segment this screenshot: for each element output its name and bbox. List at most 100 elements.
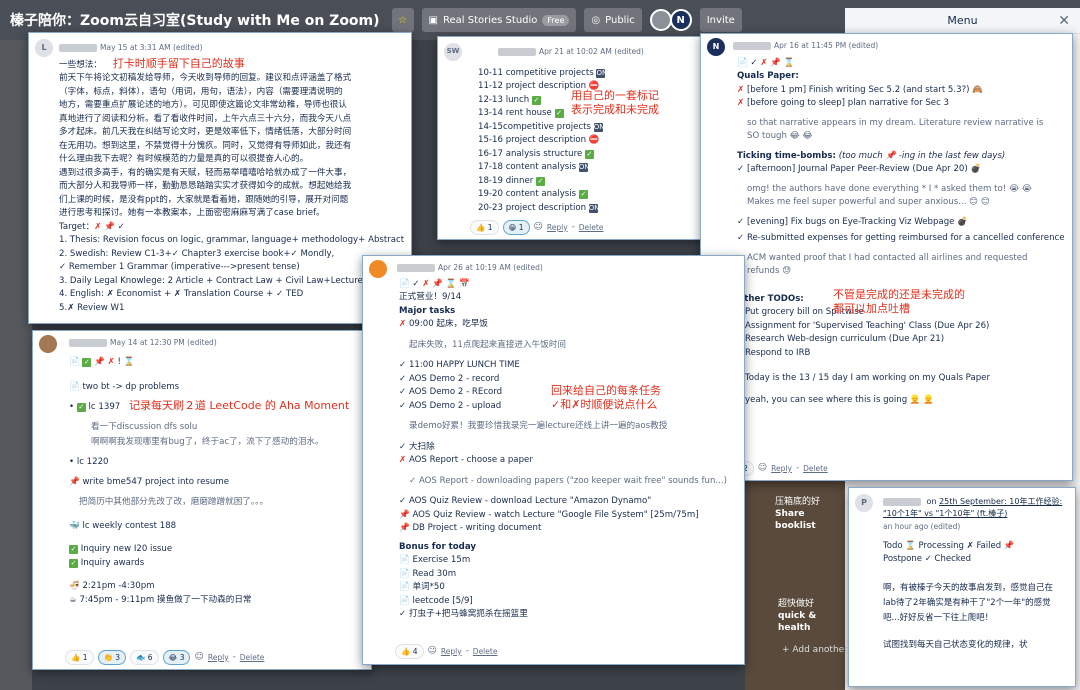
target-item: 4. English: ✗ Economist + ✗ Translation …: [59, 289, 304, 299]
comment-date[interactable]: an hour ago (edited): [883, 520, 1065, 534]
separator: -: [465, 645, 469, 656]
avatar: N: [707, 38, 725, 56]
todo-item: ✗ [before 1 pm] Finish writing Sec 5.2 (…: [737, 84, 1062, 98]
section-heading: Bonus for today: [399, 541, 476, 552]
comment-date[interactable]: Apr 21 at 10:02 AM (edited): [539, 47, 644, 56]
todo-item: ✓ [evening] Fix bugs on Eye-Tracking Viz…: [737, 216, 1062, 230]
comment-line: 前天下午将论文初稿发给导师，今天收到导师的回复。建议和点评涵盖了格式: [59, 73, 352, 83]
comment-date[interactable]: Apr 26 at 10:19 AM (edited): [438, 263, 543, 272]
item-text: 10-11 competitive projects: [478, 67, 594, 78]
target-text: Target：: [59, 221, 95, 232]
item-text: 2:21pm -4:30pm: [82, 581, 155, 591]
todo-item: ✓ Inquiry new I20 issue: [69, 543, 361, 557]
comment-date[interactable]: May 15 at 3:31 AM (edited): [100, 43, 203, 52]
reaction-fish[interactable]: 🐟 6: [130, 649, 159, 665]
add-reaction-icon[interactable]: ☺: [534, 221, 543, 235]
add-reaction-icon[interactable]: ☺: [428, 645, 437, 659]
reply-link[interactable]: Reply: [771, 462, 792, 476]
avatar: SW: [444, 43, 462, 61]
member-avatar[interactable]: N: [669, 9, 692, 31]
delete-link[interactable]: Delete: [473, 645, 498, 659]
workspace-button[interactable]: ▣ Real Stories Studio Free: [421, 8, 577, 32]
item-text: 单词*50: [412, 582, 445, 592]
todo-item: 📌 write bme547 project into resume: [69, 476, 361, 490]
reaction-thumbs-up[interactable]: 👍 1: [470, 219, 499, 235]
comment-line: 而大部分人和我导师一样，勤勤恳恳踏踏实实才获得如今的成就。想起她给我: [59, 181, 352, 191]
reaction-thumbs-up[interactable]: 👍 4: [395, 643, 424, 659]
background-card-quick: 超快做好 quick & health: [778, 598, 848, 633]
item-text: AOS Quiz Review - watch Lecture "Google …: [412, 509, 699, 520]
check-box-icon: ✓: [531, 95, 541, 105]
add-reaction-icon[interactable]: ☺: [758, 462, 767, 476]
target-item: 5.✗ Review W1: [59, 302, 125, 313]
globe-icon: ◎: [591, 14, 601, 26]
item-text: Exercise 15m: [412, 555, 471, 565]
todo-item: ✗ 09:00 起床，吃早饭: [399, 318, 734, 332]
separator: -: [795, 462, 800, 473]
item-text: DB Project - writing document: [412, 523, 542, 533]
reaction-bar: 👍 4 ☺ Reply - Delete: [395, 643, 498, 659]
status-icons: 📄 ✓ ✗ 📌 ⌛: [737, 57, 795, 68]
background-card-booklist: 压箱底的好 Share booklist: [775, 496, 845, 531]
item-comment: 录demo好累！我要珍惜我录完一遍lecture还线上讲一遍的aos教授: [409, 421, 668, 431]
redacted-username: [397, 264, 435, 272]
comment-line: 们上课的时候，是没有ppt的，大家就是看着她，跟随她的引导，展开对问题: [59, 194, 349, 205]
todo-item: ✓ [afternoon] Journal Paper Peer-Review …: [737, 163, 1062, 177]
item-text: lc 1397: [88, 401, 121, 412]
comment-card: Apr 26 at 10:19 AM (edited) 📄 ✓ ✗ 📌 ⌛ 📅 …: [362, 255, 745, 665]
todo-item: • ✓ lc 1397 记录每天刷２道 LeetCode 的 Aha Momen…: [69, 398, 350, 412]
todo-item: Assignment for 'Supervised Teaching' Cla…: [745, 320, 990, 331]
on-icon: ON: [588, 203, 600, 213]
avatar: [369, 260, 387, 278]
board-title[interactable]: 榛子陪你：Zoom云自习室(Study with Me on Zoom): [10, 10, 380, 30]
todo-item: ✓ 打虫子+把马蜂窝扼杀在摇篮里: [399, 608, 734, 622]
comment-card: May 14 at 12:30 PM (edited) 📄 ✓ 📌 ✗ ! ⌛ …: [32, 330, 372, 670]
item-text: AOS Demo 2 - upload: [408, 400, 502, 411]
reaction-grin[interactable]: 😁 1: [502, 219, 530, 235]
status-text: Today is the 13 / 15 day I am working on…: [745, 373, 991, 383]
bg-caption: 压箱底的好: [775, 497, 821, 507]
schedule-item: 16-17 analysis structure ✓: [478, 148, 700, 162]
check-icon: ✓: [737, 233, 745, 243]
close-icon[interactable]: ✕: [1058, 13, 1070, 29]
heading-note: (too much 📌 -ing in the last few days): [838, 150, 1006, 161]
comment-date[interactable]: May 14 at 12:30 PM (edited): [110, 338, 217, 347]
comment-line: 啊啊啊我发现哪里有bug了，终于ac了，流下了感动的泪水。: [91, 437, 324, 447]
legend-line: Postpone ✓ Checked: [883, 554, 971, 564]
reply-link[interactable]: Reply: [208, 651, 229, 665]
item-comment: ✓ AOS Report - downloading papers ("zoo …: [399, 475, 734, 489]
reply-link[interactable]: Reply: [547, 221, 568, 235]
invite-button[interactable]: Invite: [699, 8, 742, 32]
bg-caption: 超快做好: [778, 599, 815, 609]
todo-item: ✗ [before going to sleep] plan narrative…: [737, 97, 1062, 111]
section-heading: Quals Paper:: [737, 71, 799, 81]
item-comment: omg! the authors have done everything * …: [747, 183, 1032, 208]
item-text: 18-19 dinner: [478, 175, 534, 186]
add-another-card[interactable]: + Add another: [782, 645, 848, 655]
delete-link[interactable]: Delete: [579, 221, 604, 235]
add-reaction-icon[interactable]: ☺: [194, 651, 203, 665]
star-icon[interactable]: ☆: [391, 8, 414, 32]
status-icons: 📄 ✓ 📌 ✗ ! ⌛: [69, 356, 135, 367]
annotation-line: 用自己的一套标记: [571, 89, 659, 102]
reaction-smile[interactable]: 😂 3: [162, 649, 191, 665]
todo-item: 📌 DB Project - writing document: [399, 522, 734, 536]
delete-link[interactable]: Delete: [240, 651, 265, 665]
check-icon: ✓: [399, 400, 407, 411]
comment-date[interactable]: Apr 16 at 11:45 PM (edited): [774, 41, 878, 50]
item-comment: 把简历中其他部分先改了改，磨磨蹭蹭就困了。。。: [79, 497, 269, 507]
reaction-thumbs-up[interactable]: 👍 1: [65, 649, 94, 665]
reaction-clap[interactable]: 👏 3: [97, 649, 127, 665]
target-item: 1. Thesis: Revision focus on logic, gram…: [59, 235, 405, 245]
check-icon: ✓: [399, 609, 407, 619]
reply-link[interactable]: Reply: [441, 645, 462, 659]
status-icons: 📄 ✓ ✗ 📌 ⌛ 📅: [399, 278, 470, 289]
cross-icon: ✗: [737, 98, 745, 108]
item-text: 14-15competitive projects: [478, 121, 591, 132]
annotation-text: 回来给自己的每条任务 ✓和✗时顺便说点什么: [551, 384, 661, 412]
target-label: Target：✗ 📌 ✓: [59, 221, 401, 235]
member-avatar[interactable]: [649, 9, 672, 31]
visibility-button[interactable]: ◎ Public: [584, 8, 642, 32]
delete-link[interactable]: Delete: [803, 462, 828, 476]
item-text: 7:45pm - 9:11pm 摸鱼做了一下动森的日常: [79, 594, 252, 605]
